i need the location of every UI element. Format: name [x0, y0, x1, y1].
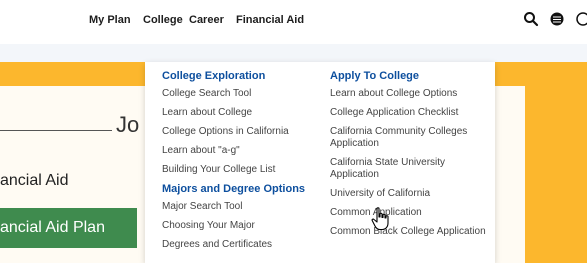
menu-link-building-college-list[interactable]: Building Your College List: [162, 164, 322, 176]
top-navigation: My Plan College Career Financial Aid: [0, 0, 587, 44]
menu-link-learn-about-a-g[interactable]: Learn about "a-g": [162, 145, 322, 157]
apply-to-college-column: Apply To College Learn about College Opt…: [330, 70, 490, 245]
nav-underlay: [0, 44, 587, 62]
menu-link-learn-about-college[interactable]: Learn about College: [162, 107, 322, 119]
more-icon[interactable]: [575, 11, 587, 27]
majors-degree-heading: Majors and Degree Options: [162, 183, 306, 195]
menu-link-common-application[interactable]: Common Application: [330, 207, 490, 219]
menu-link-common-black-college-application[interactable]: Common Black College Application: [330, 226, 490, 238]
college-exploration-heading: College Exploration: [162, 70, 266, 82]
search-icon[interactable]: [523, 11, 539, 27]
menu-link-csu-application[interactable]: California State University Application: [330, 157, 490, 181]
menu-link-college-search-tool[interactable]: College Search Tool: [162, 88, 322, 100]
hand-pointer-icon: [370, 207, 392, 231]
section-subtitle: ancial Aid: [0, 172, 69, 189]
menu-link-major-search-tool[interactable]: Major Search Tool: [162, 201, 322, 213]
page-title: Jo: [116, 112, 140, 137]
title-divider: [0, 130, 112, 131]
nav-financial-aid[interactable]: Financial Aid: [236, 14, 304, 26]
menu-link-community-colleges-application[interactable]: California Community Colleges Applicatio…: [330, 126, 490, 150]
college-dropdown-menu: College Exploration College Search Tool …: [145, 62, 495, 263]
nav-my-plan[interactable]: My Plan: [89, 14, 131, 26]
menu-link-application-checklist[interactable]: College Application Checklist: [330, 107, 490, 119]
menu-link-university-of-california[interactable]: University of California: [330, 188, 490, 200]
globe-icon[interactable]: [549, 11, 565, 27]
menu-link-college-options-california[interactable]: College Options in California: [162, 126, 322, 138]
nav-college[interactable]: College: [143, 14, 183, 26]
college-exploration-column: College Exploration College Search Tool …: [162, 70, 322, 258]
nav-career[interactable]: Career: [189, 14, 224, 26]
apply-to-college-heading: Apply To College: [330, 70, 420, 82]
financial-aid-plan-button[interactable]: ancial Aid Plan: [0, 208, 137, 248]
menu-link-degrees-certificates[interactable]: Degrees and Certificates: [162, 239, 322, 251]
menu-link-choosing-your-major[interactable]: Choosing Your Major: [162, 220, 322, 232]
menu-link-learn-college-options[interactable]: Learn about College Options: [330, 88, 490, 100]
